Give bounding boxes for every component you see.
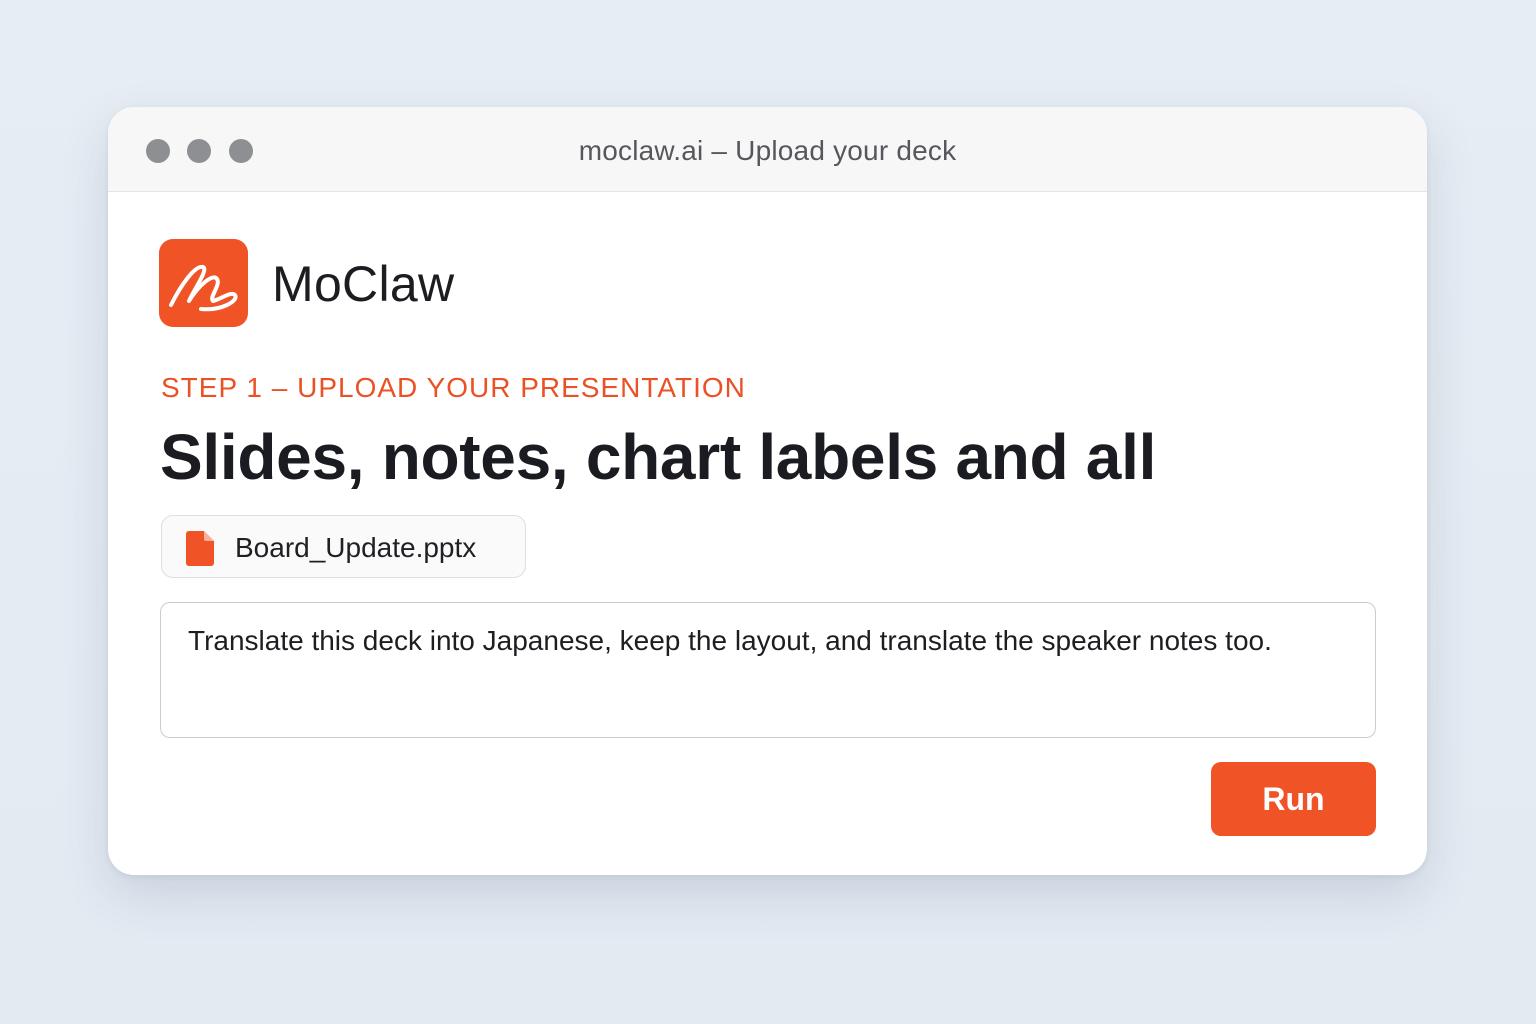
step-label: STEP 1 – UPLOAD YOUR PRESENTATION xyxy=(161,372,746,403)
uploaded-file-chip[interactable]: Board_Update.pptx xyxy=(161,515,526,578)
run-button[interactable]: Run xyxy=(1211,762,1376,836)
brand-name: MoClaw xyxy=(272,256,455,312)
window-title: moclaw.ai – Upload your deck xyxy=(578,135,957,166)
title-bar: moclaw.ai – Upload your deck xyxy=(108,107,1427,192)
prompt-input[interactable]: Translate this deck into Japanese, keep … xyxy=(160,602,1376,738)
app-window: moclaw.ai – Upload your deck MoClaw STEP… xyxy=(108,107,1427,875)
file-name: Board_Update.pptx xyxy=(235,532,477,563)
page-title: Slides, notes, chart labels and all xyxy=(160,421,1157,493)
file-icon xyxy=(184,529,216,567)
moclaw-scribble-icon xyxy=(159,239,248,327)
prompt-text: Translate this deck into Japanese, keep … xyxy=(188,625,1272,656)
